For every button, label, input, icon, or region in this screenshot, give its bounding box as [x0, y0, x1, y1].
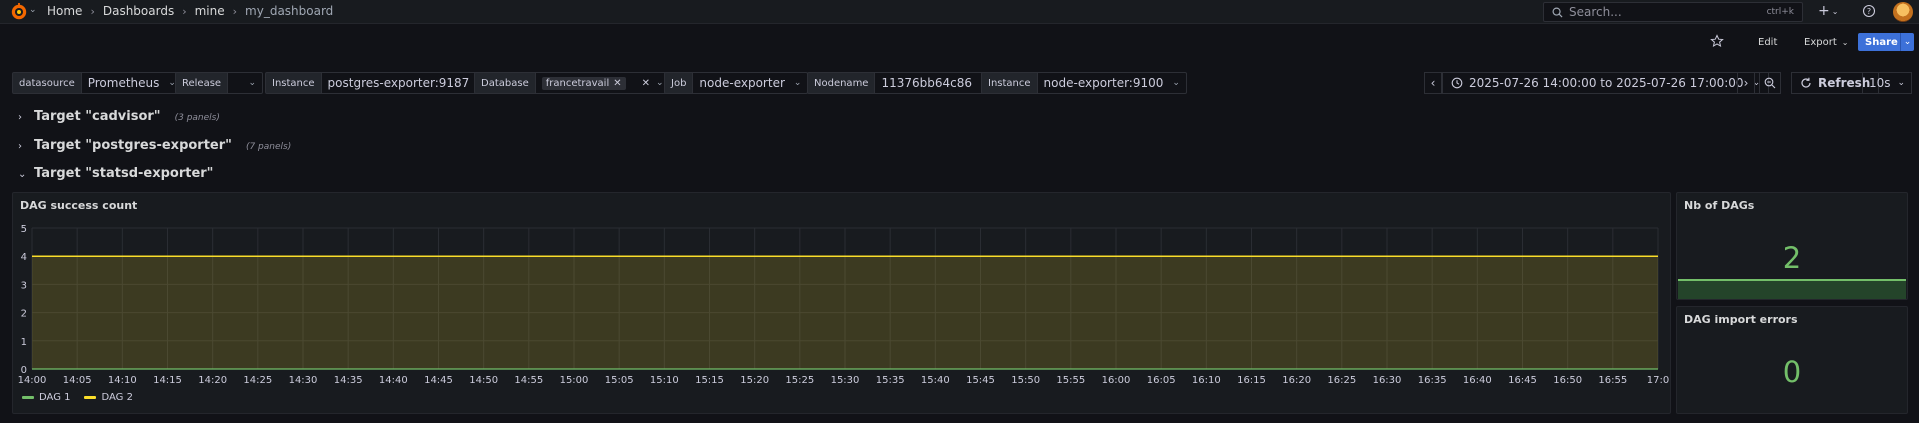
legend-label: DAG 2 [101, 392, 133, 403]
x-tick-label: 15:30 [831, 375, 860, 386]
x-tick-label: 14:25 [243, 375, 272, 386]
x-tick-label: 14:55 [514, 375, 543, 386]
x-tick-label: 14:40 [379, 375, 408, 386]
x-tick-label: 14:45 [424, 375, 453, 386]
panel-nb-of-dags[interactable]: Nb of DAGs 2 [1676, 192, 1908, 300]
x-tick-label: 16:20 [1282, 375, 1311, 386]
x-tick-label: 16:10 [1192, 375, 1221, 386]
legend-swatch [84, 396, 97, 399]
stat-value: 2 [1782, 241, 1802, 275]
x-tick-label: 15:35 [876, 375, 905, 386]
x-tick-label: 16:50 [1553, 375, 1582, 386]
legend-label: DAG 1 [39, 392, 71, 403]
y-tick-label: 2 [21, 309, 27, 320]
series-area-dag-2 [32, 256, 1658, 369]
chart-legend: DAG 1 DAG 2 [22, 392, 133, 403]
x-tick-label: 15:45 [966, 375, 995, 386]
x-tick-label: 16:15 [1237, 375, 1266, 386]
x-tick-label: 16:30 [1373, 375, 1402, 386]
x-tick-label: 16:25 [1327, 375, 1356, 386]
x-tick-label: 14:35 [334, 375, 363, 386]
x-tick-label: 15:50 [1011, 375, 1040, 386]
x-tick-label: 14:30 [289, 375, 318, 386]
x-tick-label: 17:0 [1647, 375, 1669, 386]
legend-swatch [22, 396, 34, 399]
panel-title: DAG import errors [1684, 313, 1798, 326]
panel-title: Nb of DAGs [1684, 199, 1755, 212]
x-tick-label: 15:55 [1056, 375, 1085, 386]
x-tick-label: 15:25 [785, 375, 814, 386]
x-tick-label: 14:00 [18, 375, 47, 386]
x-tick-label: 15:00 [560, 375, 589, 386]
stat-sparkline-area [1678, 279, 1906, 299]
x-tick-label: 14:15 [153, 375, 182, 386]
y-tick-label: 5 [21, 224, 27, 235]
legend-item-dag-1[interactable]: DAG 1 [22, 392, 70, 403]
y-tick-label: 3 [21, 280, 27, 291]
x-tick-label: 15:40 [921, 375, 950, 386]
y-tick-label: 4 [21, 252, 27, 263]
legend-item-dag-2[interactable]: DAG 2 [84, 392, 133, 403]
x-tick-label: 15:15 [695, 375, 724, 386]
stat-value: 0 [1782, 355, 1802, 389]
x-tick-label: 16:00 [1102, 375, 1131, 386]
x-tick-label: 14:20 [198, 375, 227, 386]
x-tick-label: 15:10 [650, 375, 679, 386]
y-tick-label: 1 [21, 337, 27, 348]
x-tick-label: 15:05 [605, 375, 634, 386]
x-tick-label: 16:55 [1598, 375, 1627, 386]
x-tick-label: 16:40 [1463, 375, 1492, 386]
x-tick-label: 14:05 [63, 375, 92, 386]
x-tick-label: 14:10 [108, 375, 137, 386]
x-tick-label: 15:20 [740, 375, 769, 386]
x-tick-label: 16:35 [1418, 375, 1447, 386]
x-tick-label: 16:05 [1147, 375, 1176, 386]
panel-dag-import-errors[interactable]: DAG import errors 0 [1676, 306, 1908, 414]
dag-success-chart: 01234514:00 14:05 14:10 14:15 14:20 14:25 14:3… [18, 224, 1670, 386]
x-tick-label: 14:50 [469, 375, 498, 386]
x-tick-label: 16:45 [1508, 375, 1537, 386]
